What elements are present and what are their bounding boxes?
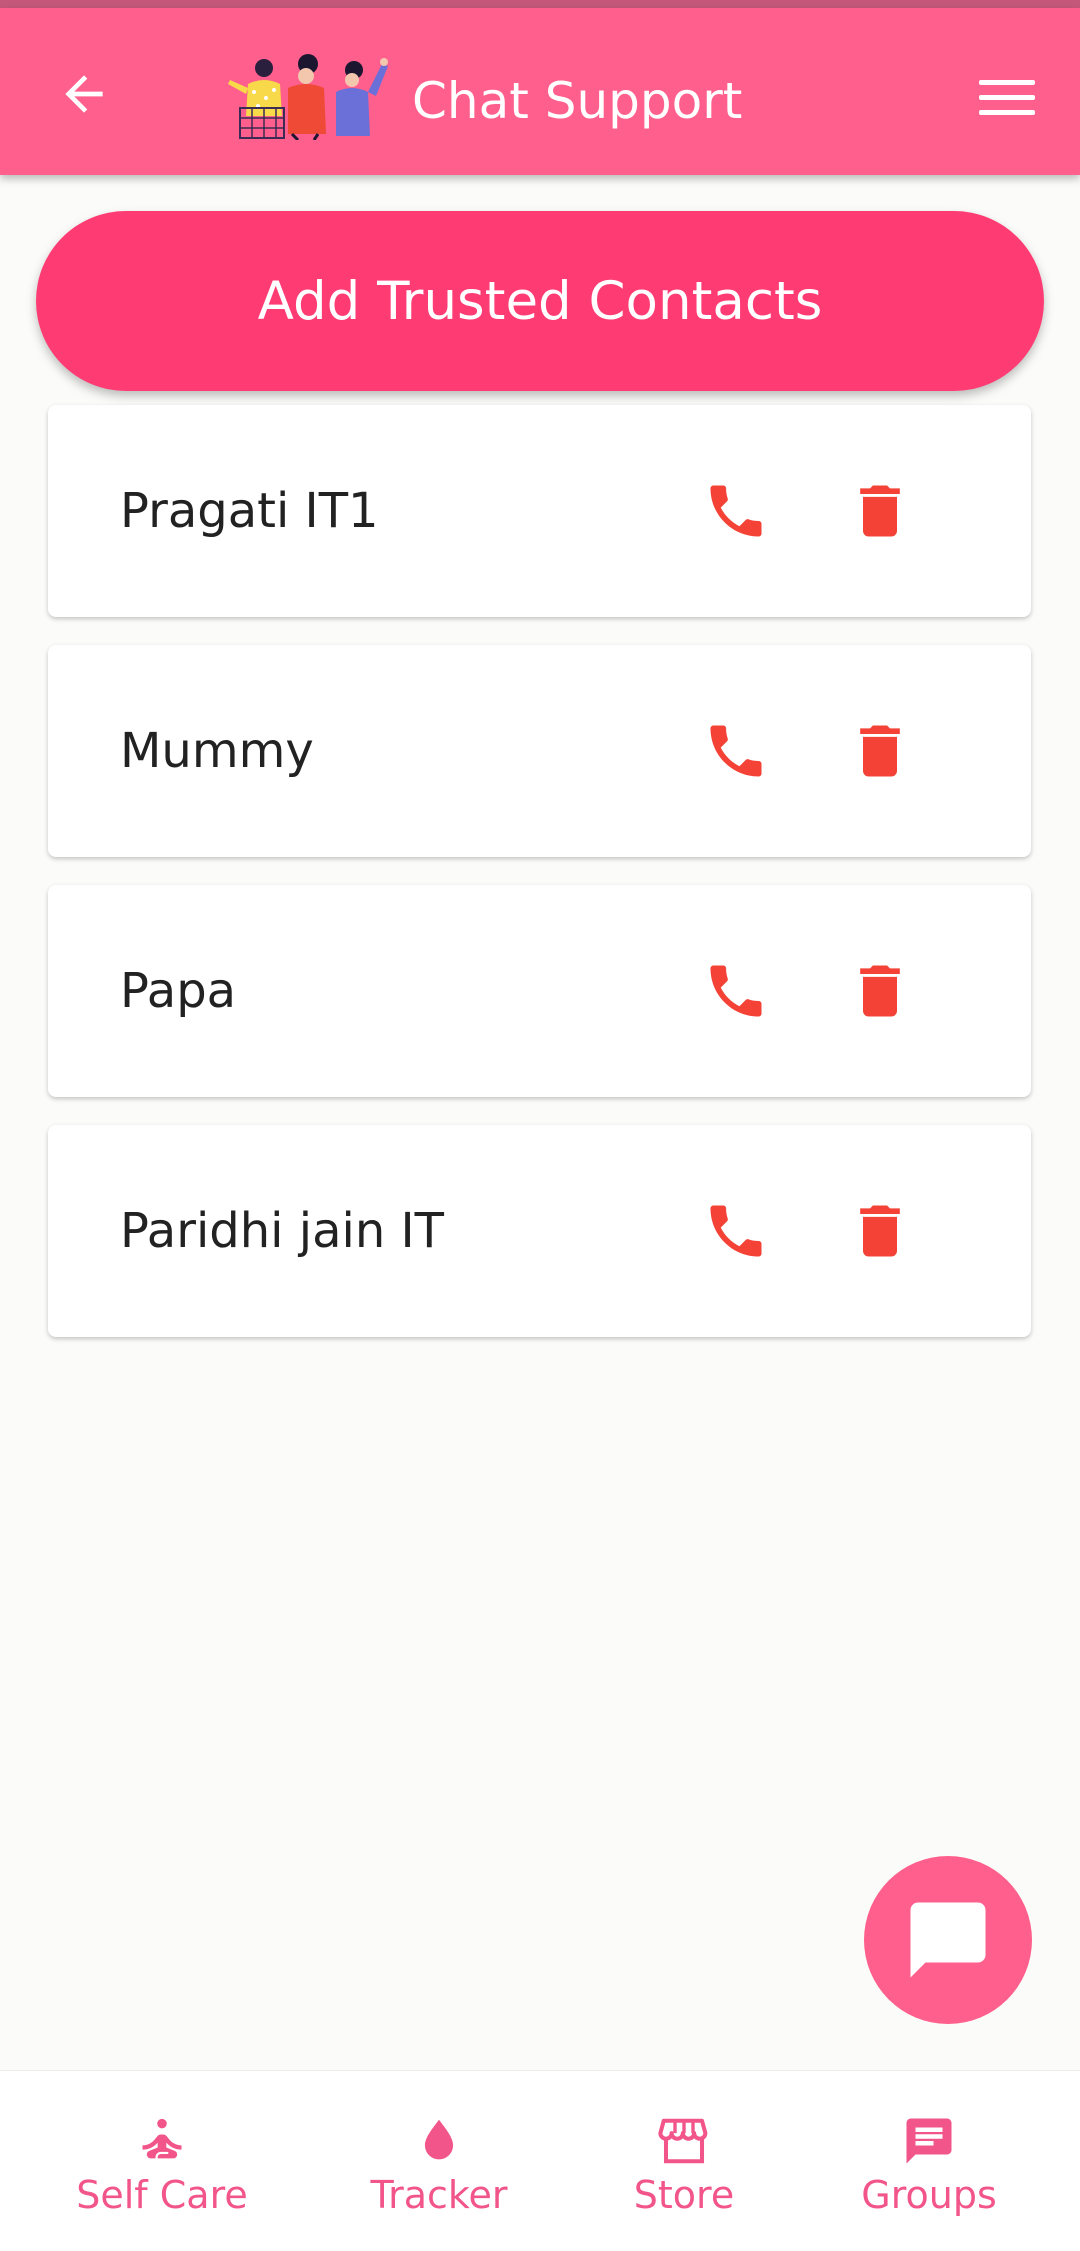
call-button[interactable] [696, 951, 776, 1031]
delete-button[interactable] [840, 951, 920, 1031]
phone-icon [710, 725, 762, 777]
trash-icon [860, 485, 900, 537]
storefront-icon [658, 2118, 708, 2164]
message-icon [906, 2118, 952, 2164]
phone-icon [710, 965, 762, 1017]
trash-icon [860, 725, 900, 777]
nav-item-store[interactable]: Store [564, 2071, 804, 2251]
contact-card: Papa [48, 885, 1031, 1097]
contact-name: Mummy [120, 723, 314, 779]
add-trusted-contacts-button[interactable]: Add Trusted Contacts [36, 211, 1044, 391]
women-group-logo-icon [228, 54, 388, 140]
contact-name: Paridhi jain IT [120, 1203, 444, 1259]
chat-fab-button[interactable] [864, 1856, 1032, 2024]
bottom-navigation: Self Care Tracker Store Groups [0, 2070, 1080, 2251]
delete-button[interactable] [840, 711, 920, 791]
nav-label: Store [633, 2173, 735, 2217]
nav-item-groups[interactable]: Groups [809, 2071, 1049, 2251]
trash-icon [860, 1205, 900, 1257]
page-title: Chat Support [412, 72, 743, 130]
trash-icon [860, 965, 900, 1017]
phone-icon [710, 1205, 762, 1257]
meditation-icon [142, 2118, 182, 2159]
contact-card: Pragati IT1 [48, 405, 1031, 617]
nav-item-tracker[interactable]: Tracker [319, 2071, 559, 2251]
hamburger-menu-icon [979, 80, 1035, 115]
call-button[interactable] [696, 1191, 776, 1271]
menu-button[interactable] [972, 70, 1042, 126]
nav-label: Self Care [76, 2173, 248, 2217]
nav-item-self-care[interactable]: Self Care [42, 2071, 282, 2251]
contact-name: Papa [120, 963, 237, 1019]
back-button[interactable] [52, 62, 116, 126]
nav-label: Tracker [370, 2173, 508, 2217]
delete-button[interactable] [840, 1191, 920, 1271]
drop-icon [424, 2119, 454, 2160]
status-strip [0, 0, 1080, 8]
contact-name: Pragati IT1 [120, 483, 379, 539]
arrow-left-icon [65, 75, 103, 113]
nav-label: Groups [861, 2173, 997, 2217]
contact-card: Mummy [48, 645, 1031, 857]
call-button[interactable] [696, 711, 776, 791]
app-bar: Chat Support [0, 8, 1080, 175]
phone-icon [710, 485, 762, 537]
chat-bubble-icon [910, 1902, 986, 1978]
contact-card: Paridhi jain IT [48, 1125, 1031, 1337]
call-button[interactable] [696, 471, 776, 551]
delete-button[interactable] [840, 471, 920, 551]
